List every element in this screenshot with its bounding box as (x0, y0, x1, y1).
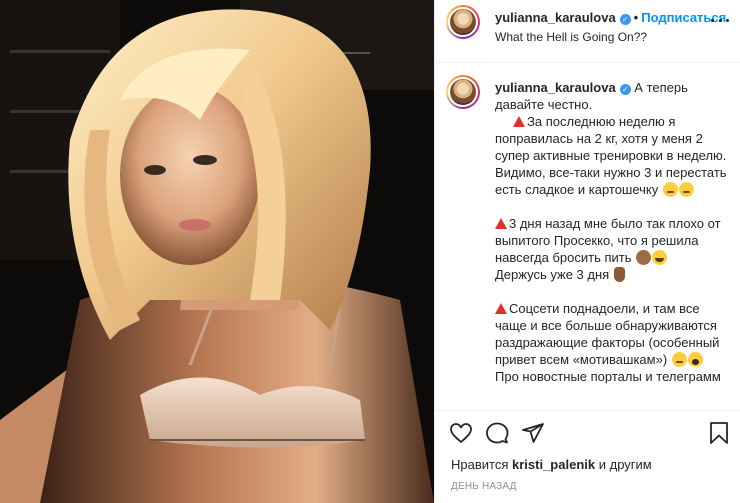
caption-username[interactable]: yulianna_karaulova (495, 80, 616, 95)
actions-section: Нравится kristi_palenik и другим День на… (435, 410, 740, 503)
avatar[interactable] (446, 75, 480, 109)
caption-text: yulianna_karaulova ✓ А теперь давайте чес… (495, 79, 727, 402)
post-header: yulianna_karaulova ✓ • Подписаться What the… (435, 0, 740, 63)
likes-line: Нравится kristi_palenik и другим (451, 457, 652, 472)
separator-dot: • (633, 10, 639, 25)
post-sidebar: yulianna_karaulova ✓ • Подписаться What the… (434, 0, 740, 503)
scream-emoji-icon (687, 352, 703, 367)
header-username-row: yulianna_karaulova ✓ • Подписаться (495, 10, 726, 25)
more-dots-icon[interactable] (711, 11, 729, 29)
see-no-evil-monkey-icon (636, 250, 652, 265)
red-triangle-icon (495, 218, 507, 229)
verified-badge-icon: ✓ (619, 84, 631, 95)
smile-emoji-icon (678, 182, 694, 197)
location-link[interactable]: What the Hell is Going On?? (495, 30, 647, 44)
red-triangle-icon (495, 303, 507, 314)
caption-section: yulianna_karaulova ✓ А теперь давайте чес… (435, 63, 740, 410)
caption-paragraph-2: 3 дня назад мне было так плохо от выпито… (495, 216, 721, 265)
username-link[interactable]: yulianna_karaulova (495, 10, 616, 25)
likes-prefix: Нравится (451, 457, 509, 472)
bookmark-icon[interactable] (707, 421, 731, 445)
liker-username[interactable]: kristi_palenik (512, 457, 595, 472)
caption-paragraph-3b: Про новостные порталы и телеграмм (495, 369, 721, 384)
heart-icon[interactable] (449, 421, 473, 445)
fingers-crossed-icon (613, 267, 625, 282)
paper-plane-icon[interactable] (521, 421, 545, 445)
slightly-smiling-emoji-icon (671, 352, 687, 367)
action-icons (445, 421, 735, 447)
selfie-image (0, 0, 434, 503)
avatar[interactable] (446, 5, 480, 39)
post-photo[interactable] (0, 0, 434, 503)
comment-icon[interactable] (485, 421, 509, 445)
likes-suffix[interactable]: и другим (599, 457, 652, 472)
post-timestamp[interactable]: День назад (451, 481, 517, 492)
verified-badge-icon: ✓ (619, 14, 631, 25)
grin-emoji-icon (652, 250, 668, 265)
thinking-emoji-icon (662, 182, 678, 197)
caption-paragraph-2b: Держусь уже 3 дня (495, 267, 610, 282)
red-triangle-icon (513, 116, 526, 127)
